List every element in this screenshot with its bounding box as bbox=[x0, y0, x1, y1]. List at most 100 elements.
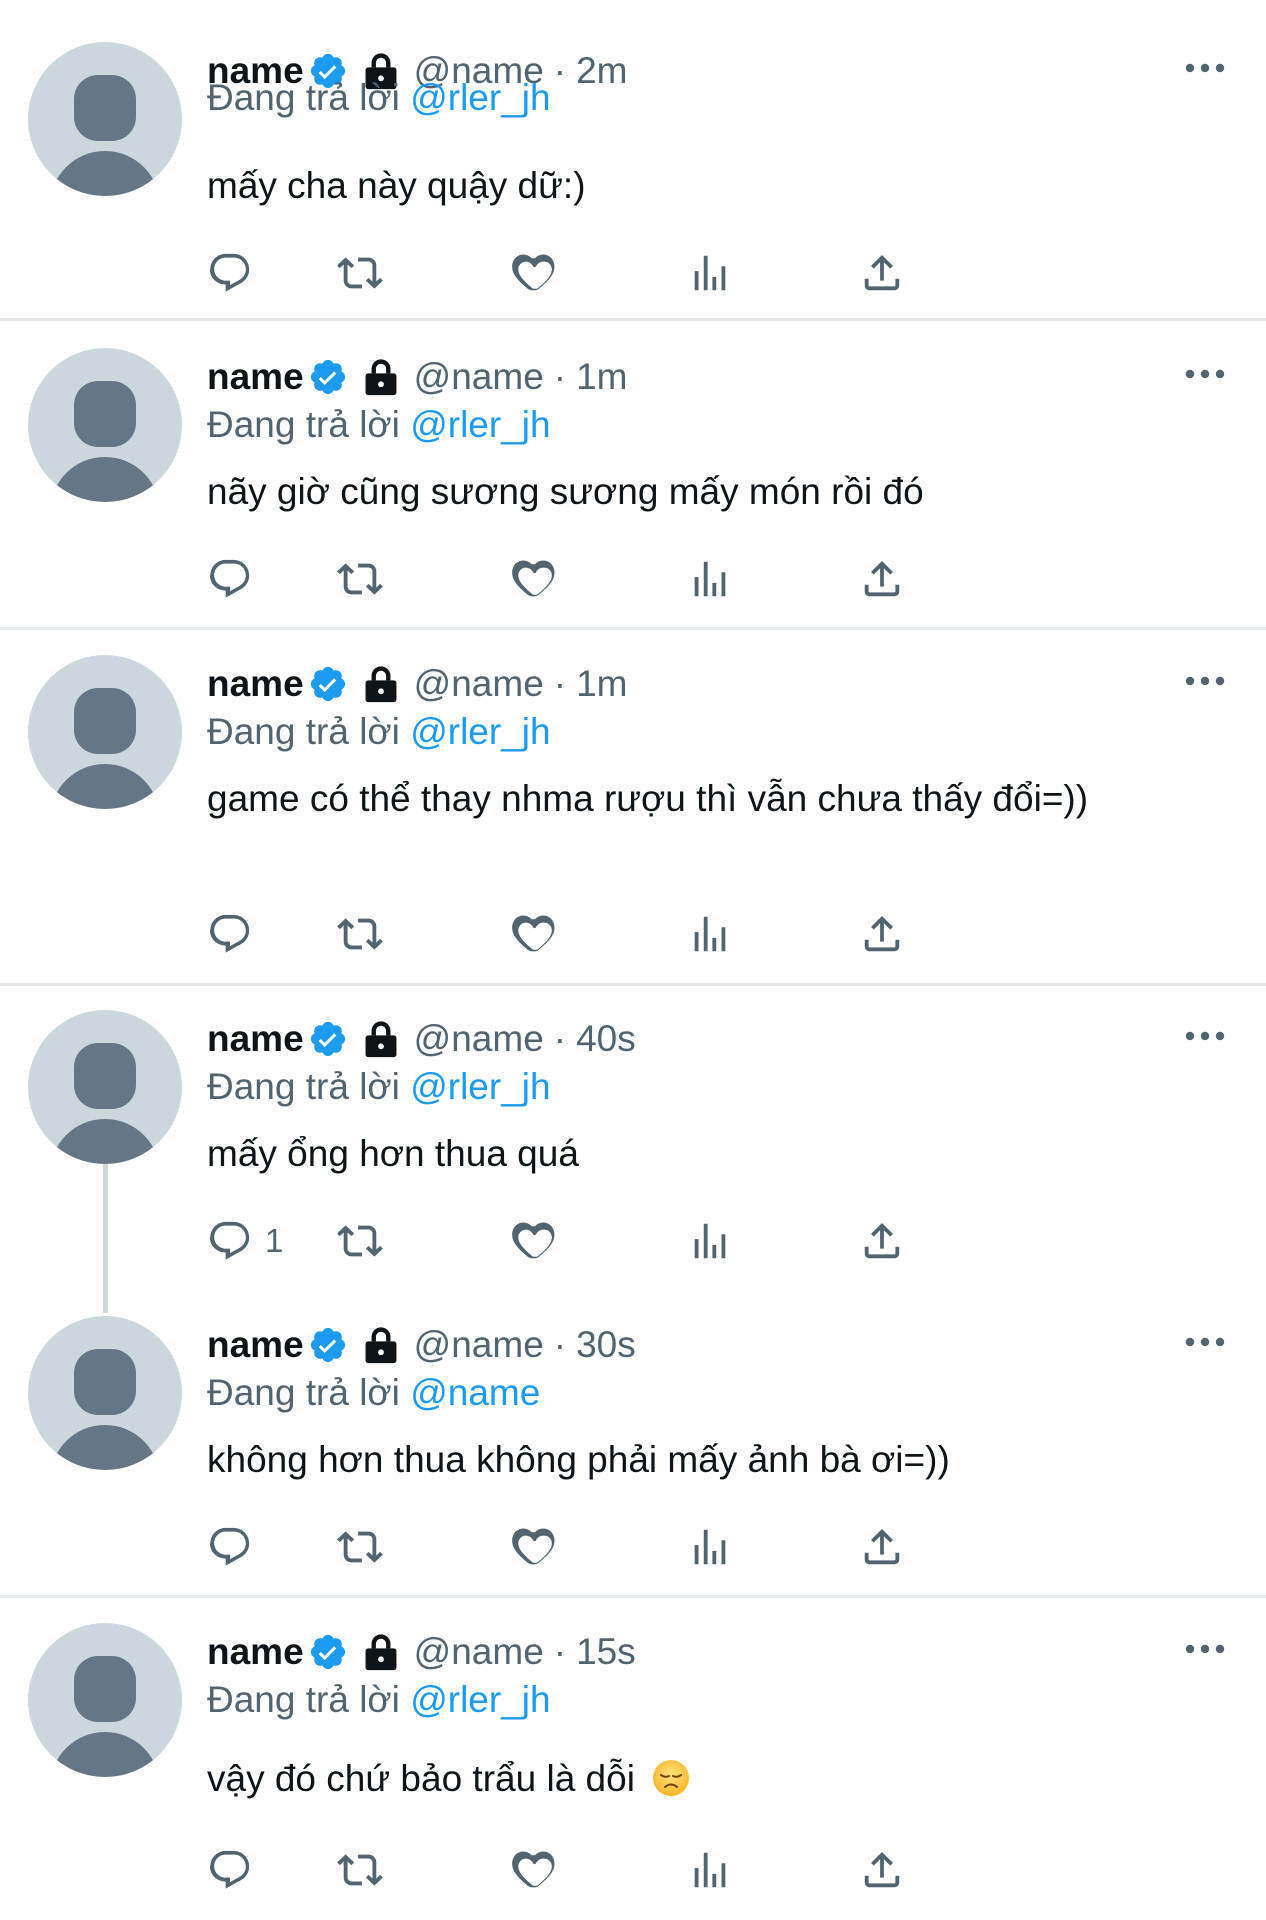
tweet[interactable]: name @name · 1m Đang trả lời @rler_jh nã… bbox=[0, 321, 1266, 627]
more-options-icon[interactable] bbox=[1183, 1026, 1227, 1046]
reply-mention[interactable]: @rler_jh bbox=[410, 1066, 550, 1107]
avatar[interactable] bbox=[28, 348, 182, 502]
reply-context: Đang trả lời @rler_jh bbox=[207, 1063, 551, 1111]
retweet-button[interactable] bbox=[337, 1844, 383, 1896]
user-handle[interactable]: @name bbox=[414, 1018, 544, 1060]
views-button[interactable] bbox=[687, 247, 733, 299]
reply-mention[interactable]: @name bbox=[410, 1372, 540, 1413]
tweet-text: mấy ổng hơn thua quá bbox=[207, 1133, 579, 1174]
disappointed-face-emoji bbox=[653, 1760, 690, 1796]
retweet-icon bbox=[337, 1854, 383, 1886]
tweet-actions bbox=[207, 247, 1107, 299]
reply-mention[interactable]: @rler_jh bbox=[410, 711, 550, 752]
user-handle[interactable]: @name bbox=[414, 1324, 544, 1366]
reply-mention[interactable]: @rler_jh bbox=[410, 1679, 550, 1720]
tweet[interactable]: name @name · 15s Đang trả lời @rler_jh v… bbox=[0, 1598, 1266, 1920]
separator-dot: · bbox=[553, 50, 567, 91]
tweet-header: name @name · 40s bbox=[207, 1015, 636, 1063]
like-button[interactable] bbox=[512, 1215, 558, 1267]
like-button[interactable] bbox=[512, 1844, 558, 1896]
avatar[interactable] bbox=[28, 1010, 182, 1164]
retweet-button[interactable] bbox=[337, 247, 383, 299]
views-button[interactable] bbox=[687, 1215, 733, 1267]
reply-button[interactable] bbox=[207, 553, 265, 605]
user-handle[interactable]: @name bbox=[414, 663, 544, 705]
like-icon bbox=[512, 1222, 555, 1259]
timestamp[interactable]: 2m bbox=[576, 50, 627, 92]
separator-dot: · bbox=[553, 356, 567, 397]
share-button[interactable] bbox=[859, 553, 905, 605]
views-icon bbox=[694, 916, 726, 952]
tweet-header: name @name · 15s bbox=[207, 1628, 636, 1676]
share-button[interactable] bbox=[859, 1844, 905, 1896]
more-options-icon[interactable] bbox=[1183, 1332, 1227, 1352]
reply-button[interactable] bbox=[207, 1521, 265, 1573]
views-icon bbox=[694, 1852, 726, 1888]
tweet[interactable]: name @name · 1m Đang trả lời @rler_jh ga… bbox=[0, 630, 1266, 983]
display-name[interactable]: name bbox=[207, 356, 304, 398]
reply-button[interactable] bbox=[207, 247, 265, 299]
timestamp[interactable]: 1m bbox=[576, 663, 627, 705]
tweet-text: không hơn thua không phải mấy ảnh bà ơi=… bbox=[207, 1439, 950, 1480]
views-button[interactable] bbox=[687, 1844, 733, 1896]
share-icon bbox=[864, 1851, 900, 1888]
retweet-button[interactable] bbox=[337, 1215, 383, 1267]
user-handle[interactable]: @name bbox=[414, 1631, 544, 1673]
tweet-text-content: vậy đó chứ bảo trẩu là dỗi bbox=[207, 1758, 635, 1799]
like-button[interactable] bbox=[512, 908, 558, 960]
display-name[interactable]: name bbox=[207, 663, 304, 705]
reply-prefix: Đang trả lời bbox=[207, 1372, 400, 1413]
more-options-icon[interactable] bbox=[1183, 1639, 1227, 1659]
tweet[interactable]: name @name · 2m Đang trả lời @rler_jh mấ… bbox=[0, 0, 1266, 318]
share-button[interactable] bbox=[859, 1521, 905, 1573]
avatar[interactable] bbox=[28, 42, 182, 196]
tweet-actions bbox=[207, 553, 1107, 605]
lock-icon bbox=[365, 1634, 397, 1671]
timestamp[interactable]: 40s bbox=[576, 1018, 636, 1060]
like-icon bbox=[512, 1528, 555, 1565]
verified-badge-icon bbox=[310, 1634, 345, 1670]
more-options-icon[interactable] bbox=[1183, 671, 1227, 691]
retweet-button[interactable] bbox=[337, 908, 383, 960]
user-handle[interactable]: @name bbox=[414, 356, 544, 398]
retweet-icon bbox=[337, 563, 383, 595]
reply-button[interactable] bbox=[207, 1844, 265, 1896]
views-icon bbox=[694, 255, 726, 291]
display-name[interactable]: name bbox=[207, 1324, 304, 1366]
timestamp[interactable]: 1m bbox=[576, 356, 627, 398]
like-button[interactable] bbox=[512, 247, 558, 299]
timestamp[interactable]: 15s bbox=[576, 1631, 636, 1673]
avatar[interactable] bbox=[28, 1316, 182, 1470]
more-options-icon[interactable] bbox=[1183, 58, 1227, 78]
reply-button[interactable]: 1 bbox=[207, 1215, 283, 1267]
timestamp[interactable]: 30s bbox=[576, 1324, 636, 1366]
more-options-icon[interactable] bbox=[1183, 364, 1227, 384]
share-button[interactable] bbox=[859, 1215, 905, 1267]
verified-badge-icon bbox=[310, 359, 345, 395]
share-button[interactable] bbox=[859, 247, 905, 299]
reply-mention[interactable]: @rler_jh bbox=[410, 404, 550, 445]
display-name[interactable]: name bbox=[207, 1631, 304, 1673]
like-button[interactable] bbox=[512, 553, 558, 605]
views-button[interactable] bbox=[687, 553, 733, 605]
like-button[interactable] bbox=[512, 1521, 558, 1573]
reply-button[interactable] bbox=[207, 908, 265, 960]
avatar[interactable] bbox=[28, 1623, 182, 1777]
share-button[interactable] bbox=[859, 908, 905, 960]
avatar[interactable] bbox=[28, 655, 182, 809]
reply-prefix: Đang trả lời bbox=[207, 404, 400, 445]
separator-dot: · bbox=[553, 1324, 567, 1365]
verified-badge-icon bbox=[310, 666, 345, 702]
views-button[interactable] bbox=[687, 1521, 733, 1573]
views-button[interactable] bbox=[687, 908, 733, 960]
views-icon bbox=[694, 1223, 726, 1259]
retweet-button[interactable] bbox=[337, 553, 383, 605]
tweet[interactable]: name @name · 30s Đang trả lời @name khôn… bbox=[0, 1292, 1266, 1595]
tweet-text: vậy đó chứ bảo trẩu là dỗi bbox=[207, 1755, 1127, 1803]
retweet-button[interactable] bbox=[337, 1521, 383, 1573]
reply-context: Đang trả lời @rler_jh bbox=[207, 74, 551, 122]
display-name[interactable]: name bbox=[207, 1018, 304, 1060]
tweet[interactable]: name @name · 40s Đang trả lời @rler_jh m… bbox=[0, 986, 1266, 1292]
reply-icon bbox=[209, 1527, 250, 1566]
reply-mention[interactable]: @rler_jh bbox=[410, 77, 550, 118]
